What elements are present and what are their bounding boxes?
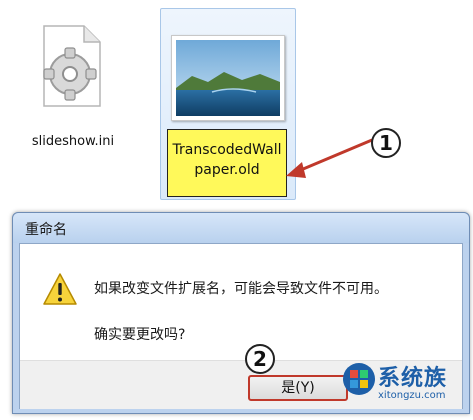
file-item-transcoded-wallpaper[interactable]: TranscodedWall paper.old (160, 8, 296, 200)
callout-step-1: 1 (371, 128, 401, 158)
file-name-line1: TranscodedWall (172, 142, 282, 158)
settings-file-icon (43, 25, 101, 107)
watermark-brand: 系统族 (378, 366, 448, 391)
annotation-arrow-icon (286, 138, 373, 178)
watermark-logo: 系统族 xitongzu.com (342, 358, 470, 414)
image-file-icon (171, 35, 285, 121)
windows-logo-icon (343, 363, 375, 395)
callout-step-2: 2 (245, 344, 275, 374)
warning-message: 如果改变文件扩展名，可能会导致文件不可用。 (94, 281, 388, 297)
watermark-url: xitongzu.com (378, 390, 446, 401)
rename-textbox[interactable]: TranscodedWall paper.old (167, 129, 287, 197)
file-name-label: slideshow.ini (31, 134, 115, 149)
dialog-title: 重命名 (25, 222, 67, 238)
file-item-slideshow-ini[interactable]: slideshow.ini (18, 10, 128, 160)
warning-icon (43, 273, 77, 305)
dialog-titlebar[interactable]: 重命名 (13, 213, 469, 243)
confirm-question: 确实要更改吗? (94, 327, 186, 343)
yes-button[interactable]: 是(Y) (248, 375, 348, 401)
file-name-line2: paper.old (194, 162, 260, 178)
explorer-file-area: slideshow.ini TranscodedWall paper.old 1 (0, 0, 473, 205)
